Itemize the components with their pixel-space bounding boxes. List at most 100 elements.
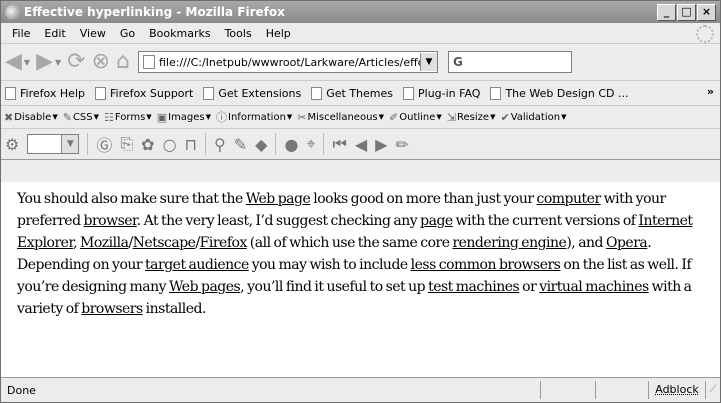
settings-icon[interactable]: ⚙ (5, 135, 19, 154)
webdev-disable-menu[interactable]: ✖ Disable ▼ (4, 111, 58, 124)
link-virtual-machines[interactable]: virtual machines (539, 279, 649, 295)
bookmark-item[interactable]: Firefox Support (94, 86, 193, 100)
information-icon: ⓘ (216, 111, 228, 124)
bookmark-item[interactable]: Get Extensions (203, 86, 302, 100)
link-browser[interactable]: browser (84, 213, 138, 229)
spell-icon[interactable]: ✿ (141, 135, 154, 154)
first-page-icon[interactable]: ⏮ (332, 134, 346, 154)
menu-edit[interactable]: Edit (37, 25, 72, 42)
webdev-validation-menu[interactable]: ✔ Validation ▼ (500, 111, 566, 124)
url-text[interactable]: file:///C:/Inetpub/wwwroot/Larkware/Arti… (159, 56, 420, 69)
link-rendering-engine[interactable]: rendering engine (452, 235, 566, 251)
search-box[interactable]: G (448, 51, 572, 73)
back-dropdown-icon[interactable]: ▼ (24, 58, 30, 67)
resize-grip-icon[interactable]: ⟋ (705, 381, 720, 399)
firefox-logo-icon (5, 4, 20, 20)
toolbar-separator (87, 133, 89, 155)
text-run: , you’ll find it useful to set up (240, 279, 429, 295)
link-opera[interactable]: Opera (606, 235, 648, 251)
miscellaneous-icon: ✂ (297, 110, 307, 124)
browser-window: Effective hyperlinking - Mozilla Firefox… (0, 0, 721, 403)
select-dropdown-icon[interactable]: ▼ (61, 135, 79, 153)
text-run: you may wish to include (248, 257, 411, 273)
forward-icon[interactable]: ▶ (36, 44, 53, 80)
bookmark-label: Get Extensions (218, 86, 302, 100)
status-pane (540, 381, 595, 399)
pagerank-icon[interactable]: ⎘ (120, 134, 133, 154)
webdev-forms-menu[interactable]: ☷ Forms ▼ (104, 111, 152, 124)
webdev-images-menu[interactable]: ▣ Images ▼ (157, 111, 211, 124)
toolbar-select[interactable]: ▼ (27, 134, 80, 154)
forward-dropdown-icon[interactable]: ▼ (55, 58, 61, 67)
link-target-audience[interactable]: target audience (145, 257, 249, 273)
form-tool-icon[interactable]: ⌖ (306, 134, 315, 154)
next-page-icon[interactable]: ▶ (375, 135, 387, 154)
status-text: Done (7, 383, 36, 397)
close-button[interactable]: × (697, 3, 716, 21)
book-icon[interactable]: ⊓ (185, 135, 197, 154)
stop-icon[interactable]: ⊗ (92, 44, 110, 80)
status-bar: Done Adblock ⟋ (1, 377, 720, 402)
link-mozilla[interactable]: Mozilla (80, 235, 129, 251)
status-pane (595, 381, 648, 399)
link-netscape[interactable]: Netscape (133, 235, 196, 251)
webdev-resize-menu[interactable]: ⇲ Resize ▼ (447, 111, 496, 124)
menu-bar: File Edit View Go Bookmarks Tools Help (1, 23, 720, 43)
menu-go[interactable]: Go (113, 25, 142, 42)
text-run: looks good on more than just your (310, 191, 537, 207)
title-bar: Effective hyperlinking - Mozilla Firefox… (1, 1, 720, 23)
bookmark-item[interactable]: Get Themes (311, 86, 393, 100)
link-firefox[interactable]: Firefox (200, 235, 248, 251)
menu-tools[interactable]: Tools (218, 25, 259, 42)
zoom-icon[interactable]: ⚲ (214, 135, 226, 154)
bookmark-item[interactable]: The Web Design CD ... (490, 86, 629, 100)
previous-page-icon[interactable]: ◀ (355, 135, 367, 154)
css-icon: ✎ (62, 110, 72, 124)
adblock-button[interactable]: Adblock (648, 381, 705, 399)
text-run: ), and (566, 235, 606, 251)
home-icon[interactable]: ⌂ (116, 44, 130, 80)
link-less-common-browsers[interactable]: less common browsers (411, 257, 561, 273)
link-computer[interactable]: computer (537, 191, 602, 207)
menu-view[interactable]: View (73, 25, 113, 42)
bookmark-page-icon (490, 86, 502, 100)
text-run: with the current versions of (452, 213, 639, 229)
bookmarks-overflow-button[interactable]: » (707, 85, 714, 98)
menu-help[interactable]: Help (259, 25, 298, 42)
extensions-toolbar: ⚙ ▼ Ⓖ ⎘ ✿ ○ ⊓ ⚲ ✎ ◆ ● ⌖ ⏮ ◀ ▶ ✏ (1, 128, 720, 160)
back-icon[interactable]: ◀ (5, 44, 22, 80)
url-history-dropdown-icon[interactable]: ▼ (420, 53, 437, 71)
pencil-icon[interactable]: ✏ (395, 135, 408, 154)
disable-icon: ✖ (4, 110, 14, 124)
maximize-button[interactable]: □ (677, 3, 696, 21)
link-browsers[interactable]: browsers (81, 301, 143, 317)
menu-bookmarks[interactable]: Bookmarks (142, 25, 217, 42)
bookmark-page-icon (5, 86, 16, 100)
reload-icon[interactable]: ⟳ (67, 44, 85, 80)
images-icon: ▣ (156, 110, 168, 124)
url-bar[interactable]: file:///C:/Inetpub/wwwroot/Larkware/Arti… (138, 51, 438, 73)
validation-icon: ✔ (500, 110, 510, 124)
link-web-page[interactable]: Web page (246, 191, 311, 207)
link-test-machines[interactable]: test machines (428, 279, 520, 295)
webdev-outline-menu[interactable]: ✐ Outline ▼ (389, 111, 442, 124)
webdev-css-menu[interactable]: ✎ CSS ▼ (63, 111, 99, 124)
link-web-pages[interactable]: Web pages (169, 279, 241, 295)
graduation-cap-icon[interactable]: ◆ (255, 135, 267, 154)
web-developer-toolbar: ✖ Disable ▼ ✎ CSS ▼ ☷ Forms ▼ ▣ Images ▼ ⓘ Inform… (1, 105, 720, 128)
google-search-icon: G (453, 55, 463, 69)
info-icon[interactable]: ● (284, 135, 298, 154)
google-icon[interactable]: Ⓖ (96, 132, 112, 156)
bookmark-item[interactable]: Firefox Help (5, 86, 85, 100)
menu-file[interactable]: File (5, 25, 37, 42)
minimize-button[interactable]: _ (657, 3, 676, 21)
bookmark-label: Plug-in FAQ (418, 86, 481, 100)
bookmarks-toolbar: Firefox Help Firefox Support Get Extensi… (1, 80, 720, 105)
webdev-miscellaneous-menu[interactable]: ✂ Miscellaneous ▼ (297, 111, 384, 124)
text-run: . At the very least, I’d suggest checkin… (136, 213, 421, 229)
highlighter-icon[interactable]: ✎ (234, 135, 247, 154)
bookmark-item[interactable]: Plug-in FAQ (403, 86, 481, 100)
link-page[interactable]: page (420, 213, 453, 229)
chat-icon[interactable]: ○ (163, 135, 177, 154)
webdev-information-menu[interactable]: ⓘ Information ▼ (216, 109, 292, 125)
